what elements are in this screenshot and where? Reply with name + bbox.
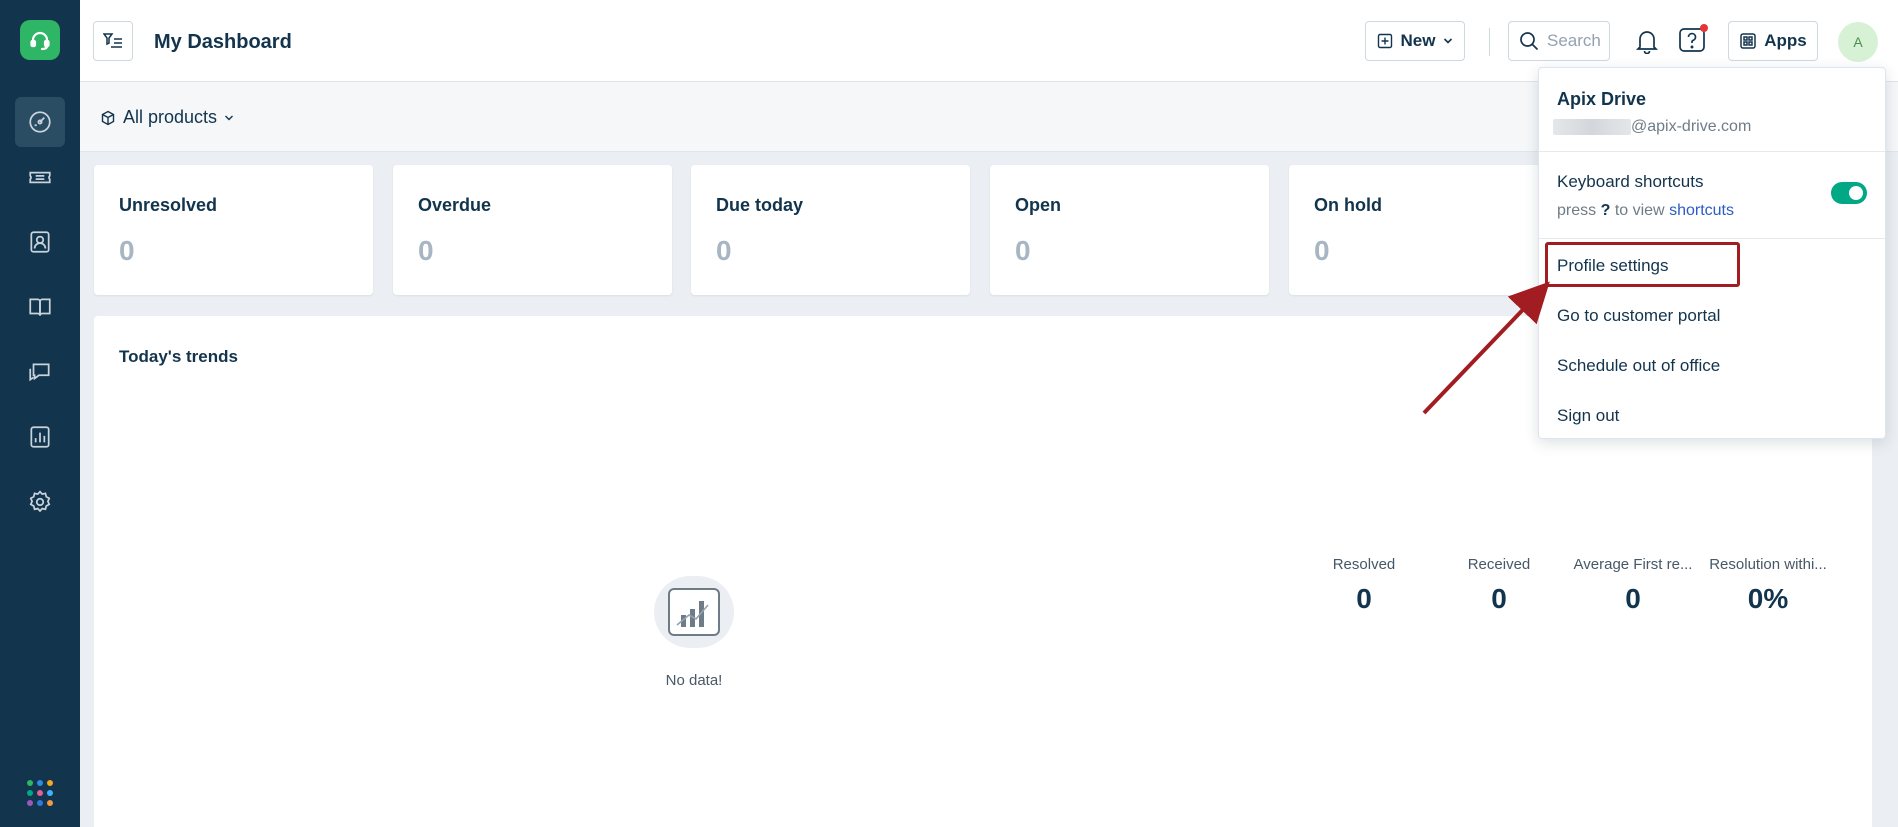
plus-square-icon <box>1377 33 1392 49</box>
card-label: Overdue <box>418 195 492 215</box>
conversations-icon <box>29 363 50 382</box>
stat-resolution-within-sla: Resolution withi... 0% <box>1703 556 1833 615</box>
card-value: 0 <box>418 235 434 266</box>
apps-button[interactable]: Apps <box>1728 21 1818 61</box>
header-divider <box>1489 28 1490 56</box>
menu-divider <box>1539 151 1885 152</box>
product-dot <box>47 780 53 786</box>
stat-value: 0 <box>1625 583 1641 614</box>
freshdesk-logo-icon[interactable] <box>20 20 60 60</box>
keyboard-shortcuts-hint: press ? to view shortcuts <box>1557 202 1734 220</box>
product-dot <box>47 800 53 806</box>
product-dot <box>27 790 33 796</box>
product-dot <box>37 790 43 796</box>
hint-key: ? <box>1600 202 1611 219</box>
search-icon <box>1520 32 1539 51</box>
product-filter-label: All products <box>123 107 218 127</box>
card-value: 0 <box>119 235 135 266</box>
notification-dot <box>1700 24 1708 32</box>
product-switcher-icon[interactable] <box>27 780 53 806</box>
reports-icon <box>30 426 50 448</box>
trends-title: Today's trends <box>119 347 238 366</box>
sidebar-item-reports[interactable] <box>15 412 65 462</box>
highlight-annotation-box <box>1545 242 1740 287</box>
product-dot <box>27 800 33 806</box>
card-label: Unresolved <box>119 195 218 215</box>
summary-card-open[interactable]: Open 0 <box>990 165 1269 295</box>
sidebar <box>0 0 80 827</box>
chevron-down-icon <box>1444 38 1453 44</box>
product-dot <box>27 780 33 786</box>
stat-label: Resolved <box>1332 556 1396 573</box>
apps-grid-icon <box>1740 33 1756 49</box>
notifications-button[interactable] <box>1630 24 1664 58</box>
filter-icon <box>103 33 122 48</box>
new-button-label: New <box>1400 31 1436 50</box>
sidebar-item-dashboard[interactable] <box>15 97 65 147</box>
cube-icon <box>101 110 115 125</box>
filter-toggle-button[interactable] <box>93 21 133 61</box>
card-value: 0 <box>1314 235 1330 266</box>
stat-average-first-response: Average First re... 0 <box>1568 556 1698 615</box>
summary-card-unresolved[interactable]: Unresolved 0 <box>94 165 373 295</box>
no-data-message: No data! <box>665 672 723 689</box>
stat-resolved: Resolved 0 <box>1299 556 1429 615</box>
menu-item-schedule-out-of-office[interactable]: Schedule out of office <box>1557 356 1720 376</box>
sidebar-item-conversations[interactable] <box>15 347 65 397</box>
bell-icon <box>1635 31 1659 54</box>
stat-value: 0 <box>1356 583 1372 614</box>
stat-value: 0 <box>1491 583 1507 614</box>
shortcuts-link[interactable]: shortcuts <box>1669 202 1734 219</box>
dashboard-icon <box>29 111 51 133</box>
contacts-icon <box>30 231 50 253</box>
card-value: 0 <box>1015 235 1031 266</box>
stat-label: Average First re... <box>1573 556 1693 573</box>
card-label: Due today <box>716 195 804 215</box>
sidebar-item-tickets[interactable] <box>15 152 65 202</box>
sidebar-item-admin[interactable] <box>15 477 65 527</box>
profile-email: @apix-drive.com <box>1553 118 1751 136</box>
new-button[interactable]: New <box>1365 21 1465 61</box>
product-dot <box>37 800 43 806</box>
chevron-down-icon <box>225 115 234 120</box>
hint-mid: to view <box>1614 202 1665 219</box>
no-data-chart-icon <box>654 576 734 648</box>
stat-label: Resolution withi... <box>1709 556 1827 573</box>
sidebar-item-contacts[interactable] <box>15 217 65 267</box>
hint-prefix: press <box>1557 202 1597 219</box>
search-placeholder: Search <box>1547 31 1601 50</box>
card-label: Open <box>1015 195 1062 215</box>
keyboard-shortcuts-toggle[interactable] <box>1831 182 1867 204</box>
apps-button-label: Apps <box>1764 31 1807 50</box>
knowledge-base-icon <box>29 298 51 316</box>
redacted-email-blur <box>1553 119 1631 135</box>
product-dot <box>37 780 43 786</box>
admin-settings-icon <box>29 490 51 513</box>
search-input[interactable]: Search <box>1508 21 1610 61</box>
avatar[interactable]: A <box>1838 22 1878 62</box>
help-button[interactable] <box>1675 24 1709 58</box>
sidebar-item-knowledge-base[interactable] <box>15 282 65 332</box>
product-filter-dropdown[interactable]: All products <box>100 107 234 128</box>
card-value: 0 <box>716 235 732 266</box>
menu-divider <box>1539 238 1885 239</box>
stat-value: 0% <box>1747 583 1789 614</box>
summary-card-on-hold[interactable]: On hold 0 <box>1289 165 1568 295</box>
product-dot <box>47 790 53 796</box>
page-title: My Dashboard <box>154 31 292 53</box>
menu-item-customer-portal[interactable]: Go to customer portal <box>1557 306 1720 326</box>
card-label: On hold <box>1314 195 1382 215</box>
menu-item-sign-out[interactable]: Sign out <box>1557 406 1619 426</box>
profile-name: Apix Drive <box>1557 89 1647 109</box>
ticket-icon <box>29 171 51 184</box>
stat-received: Received 0 <box>1434 556 1564 615</box>
summary-card-overdue[interactable]: Overdue 0 <box>393 165 672 295</box>
keyboard-shortcuts-label: Keyboard shortcuts <box>1557 172 1704 191</box>
summary-card-due-today[interactable]: Due today 0 <box>691 165 970 295</box>
stat-label: Received <box>1467 556 1531 573</box>
email-domain: @apix-drive.com <box>1631 118 1752 135</box>
